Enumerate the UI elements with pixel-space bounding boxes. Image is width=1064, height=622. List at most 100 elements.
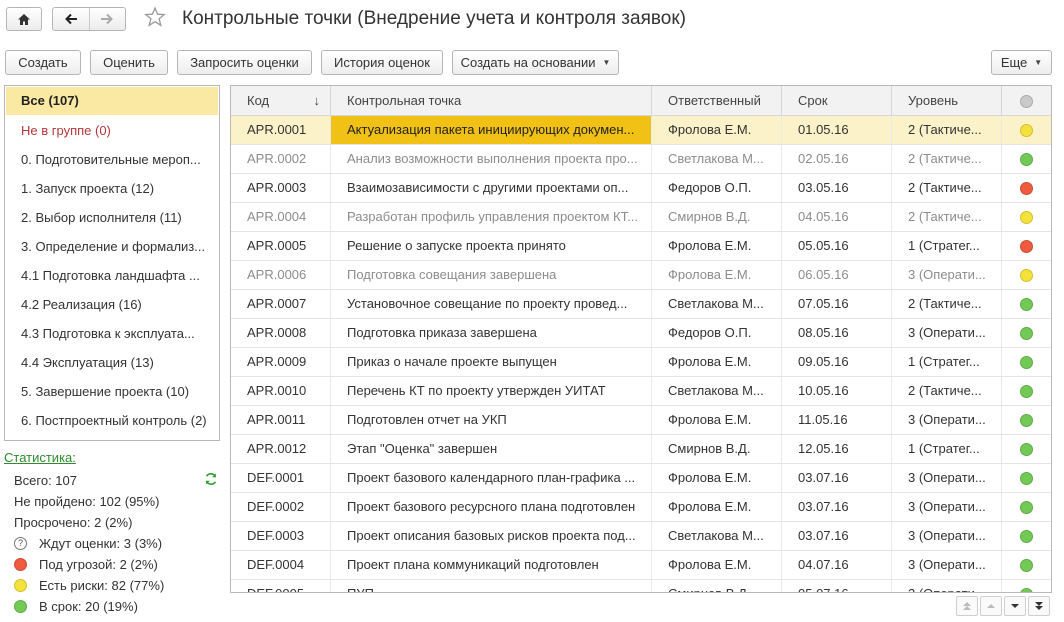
cell-checkpoint[interactable]: Анализ возможности выполнения проекта пр… <box>331 145 652 173</box>
scroll-bottom-button[interactable] <box>1028 596 1050 616</box>
cell-status[interactable] <box>1002 203 1051 231</box>
cell-code[interactable]: APR.0006 <box>231 261 331 289</box>
table-row[interactable]: APR.0010 Перечень КТ по проекту утвержден… <box>231 377 1051 406</box>
cell-checkpoint[interactable]: Актуализация пакета инициирующих докумен… <box>331 116 652 144</box>
cell-code[interactable]: APR.0001 <box>231 116 331 144</box>
cell-status[interactable] <box>1002 232 1051 260</box>
cell-code[interactable]: APR.0007 <box>231 290 331 318</box>
cell-checkpoint[interactable]: Подготовлен отчет на УКП <box>331 406 652 434</box>
column-checkpoint[interactable]: Контрольная точка <box>331 86 652 116</box>
evaluation-history-button[interactable]: История оценок <box>321 50 443 75</box>
cell-level[interactable]: 2 (Тактиче... <box>892 145 1002 173</box>
cell-checkpoint[interactable]: Перечень КТ по проекту утвержден УИТАТ <box>331 377 652 405</box>
cell-level[interactable]: 3 (Операти... <box>892 464 1002 492</box>
cell-due[interactable]: 01.05.16 <box>782 116 892 144</box>
create-based-on-button[interactable]: Создать на основании ▼ <box>452 50 619 75</box>
cell-checkpoint[interactable]: Взаимозависимости с другими проектами оп… <box>331 174 652 202</box>
table-row[interactable]: DEF.0005ПУП ...Смирнов В.Д.05.07.163 (Оп… <box>231 580 1051 592</box>
refresh-icon[interactable] <box>204 472 218 486</box>
cell-responsible[interactable]: Фролова Е.М. <box>652 348 782 376</box>
cell-level[interactable]: 3 (Операти... <box>892 580 1002 592</box>
table-row[interactable]: APR.0011 Подготовлен отчет на УКП Фролова … <box>231 406 1051 435</box>
cell-level[interactable]: 2 (Тактиче... <box>892 174 1002 202</box>
cell-code[interactable]: DEF.0004 <box>231 551 331 579</box>
table-row[interactable]: APR.0008 Подготовка приказа завершена Федо… <box>231 319 1051 348</box>
cell-code[interactable]: APR.0012 <box>231 435 331 463</box>
cell-checkpoint[interactable]: Разработан профиль управления проектом К… <box>331 203 652 231</box>
cell-checkpoint[interactable]: Установочное совещание по проекту провед… <box>331 290 652 318</box>
cell-responsible[interactable]: Смирнов В.Д. <box>652 435 782 463</box>
cell-code[interactable]: APR.0004 <box>231 203 331 231</box>
group-item[interactable]: 4.3 Подготовка к эксплуата... <box>5 319 219 348</box>
cell-responsible[interactable]: Светлакова М... <box>652 377 782 405</box>
request-evaluations-button[interactable]: Запросить оценки <box>177 50 312 75</box>
cell-due[interactable]: 04.07.16 <box>782 551 892 579</box>
cell-due[interactable]: 05.07.16 <box>782 580 892 592</box>
cell-due[interactable]: 03.07.16 <box>782 493 892 521</box>
cell-code[interactable]: APR.0009 <box>231 348 331 376</box>
group-item[interactable]: 5. Завершение проекта (10) <box>5 377 219 406</box>
table-row[interactable]: APR.0012 Этап "Оценка" завершен Смирнов В.… <box>231 435 1051 464</box>
group-item[interactable]: Не в группе (0) <box>5 116 219 145</box>
cell-level[interactable]: 3 (Операти... <box>892 261 1002 289</box>
cell-checkpoint[interactable]: Приказ о начале проекте выпущен <box>331 348 652 376</box>
cell-responsible[interactable]: Светлакова М... <box>652 522 782 550</box>
cell-status[interactable] <box>1002 348 1051 376</box>
table-row[interactable]: APR.0002 Анализ возможности выполнения пр… <box>231 145 1051 174</box>
cell-responsible[interactable]: Фролова Е.М. <box>652 406 782 434</box>
table-row[interactable]: DEF.0002 Проект базового ресурсного плана… <box>231 493 1051 522</box>
cell-responsible[interactable]: Фролова Е.М. <box>652 551 782 579</box>
table-row[interactable]: APR.0001 Актуализация пакета инициирующих… <box>231 116 1051 145</box>
cell-code[interactable]: APR.0002 <box>231 145 331 173</box>
cell-level[interactable]: 1 (Стратег... <box>892 232 1002 260</box>
cell-code[interactable]: APR.0003 <box>231 174 331 202</box>
cell-responsible[interactable]: Светлакова М... <box>652 145 782 173</box>
cell-due[interactable]: 10.05.16 <box>782 377 892 405</box>
cell-level[interactable]: 3 (Операти... <box>892 319 1002 347</box>
cell-code[interactable]: APR.0010 <box>231 377 331 405</box>
cell-checkpoint[interactable]: Подготовка приказа завершена <box>331 319 652 347</box>
cell-due[interactable]: 12.05.16 <box>782 435 892 463</box>
back-button[interactable] <box>53 8 89 30</box>
cell-code[interactable]: APR.0005 <box>231 232 331 260</box>
group-item[interactable]: 4.2 Реализация (16) <box>5 290 219 319</box>
cell-status[interactable] <box>1002 493 1051 521</box>
cell-due[interactable]: 02.05.16 <box>782 145 892 173</box>
cell-code[interactable]: DEF.0003 <box>231 522 331 550</box>
cell-checkpoint[interactable]: Этап "Оценка" завершен <box>331 435 652 463</box>
cell-code[interactable]: APR.0008 <box>231 319 331 347</box>
cell-checkpoint[interactable]: Проект базового календарного план-график… <box>331 464 652 492</box>
create-button[interactable]: Создать <box>5 50 81 75</box>
cell-status[interactable] <box>1002 464 1051 492</box>
cell-level[interactable]: 3 (Операти... <box>892 551 1002 579</box>
cell-status[interactable] <box>1002 580 1051 592</box>
cell-code[interactable]: DEF.0005 <box>231 580 331 592</box>
cell-checkpoint[interactable]: ПУП ... <box>331 580 652 592</box>
cell-due[interactable]: 09.05.16 <box>782 348 892 376</box>
cell-code[interactable]: DEF.0002 <box>231 493 331 521</box>
cell-responsible[interactable]: Фролова Е.М. <box>652 493 782 521</box>
cell-level[interactable]: 2 (Тактиче... <box>892 203 1002 231</box>
cell-checkpoint[interactable]: Проект описания базовых рисков проекта п… <box>331 522 652 550</box>
group-item[interactable]: 2. Выбор исполнителя (11) <box>5 203 219 232</box>
group-item[interactable]: 3. Определение и формализ... <box>5 232 219 261</box>
group-item[interactable]: 4.1 Подготовка ландшафта ... <box>5 261 219 290</box>
table-row[interactable]: DEF.0003 Проект описания базовых рисков п… <box>231 522 1051 551</box>
cell-level[interactable]: 3 (Операти... <box>892 406 1002 434</box>
cell-level[interactable]: 1 (Стратег... <box>892 348 1002 376</box>
cell-responsible[interactable]: Смирнов В.Д. <box>652 203 782 231</box>
cell-code[interactable]: DEF.0001 <box>231 464 331 492</box>
favorite-star-button[interactable] <box>144 6 166 31</box>
cell-responsible[interactable]: Фролова Е.М. <box>652 261 782 289</box>
column-level[interactable]: Уровень <box>892 86 1002 116</box>
cell-due[interactable]: 07.05.16 <box>782 290 892 318</box>
group-item[interactable]: 1. Запуск проекта (12) <box>5 174 219 203</box>
cell-responsible[interactable]: Федоров О.П. <box>652 174 782 202</box>
table-row[interactable]: DEF.0001 Проект базового календарного пла… <box>231 464 1051 493</box>
cell-due[interactable]: 04.05.16 <box>782 203 892 231</box>
cell-checkpoint[interactable]: Решение о запуске проекта принято <box>331 232 652 260</box>
statistics-link[interactable]: Статистика: <box>4 450 220 470</box>
forward-button[interactable] <box>88 8 126 30</box>
cell-responsible[interactable]: Фролова Е.М. <box>652 116 782 144</box>
cell-status[interactable] <box>1002 290 1051 318</box>
